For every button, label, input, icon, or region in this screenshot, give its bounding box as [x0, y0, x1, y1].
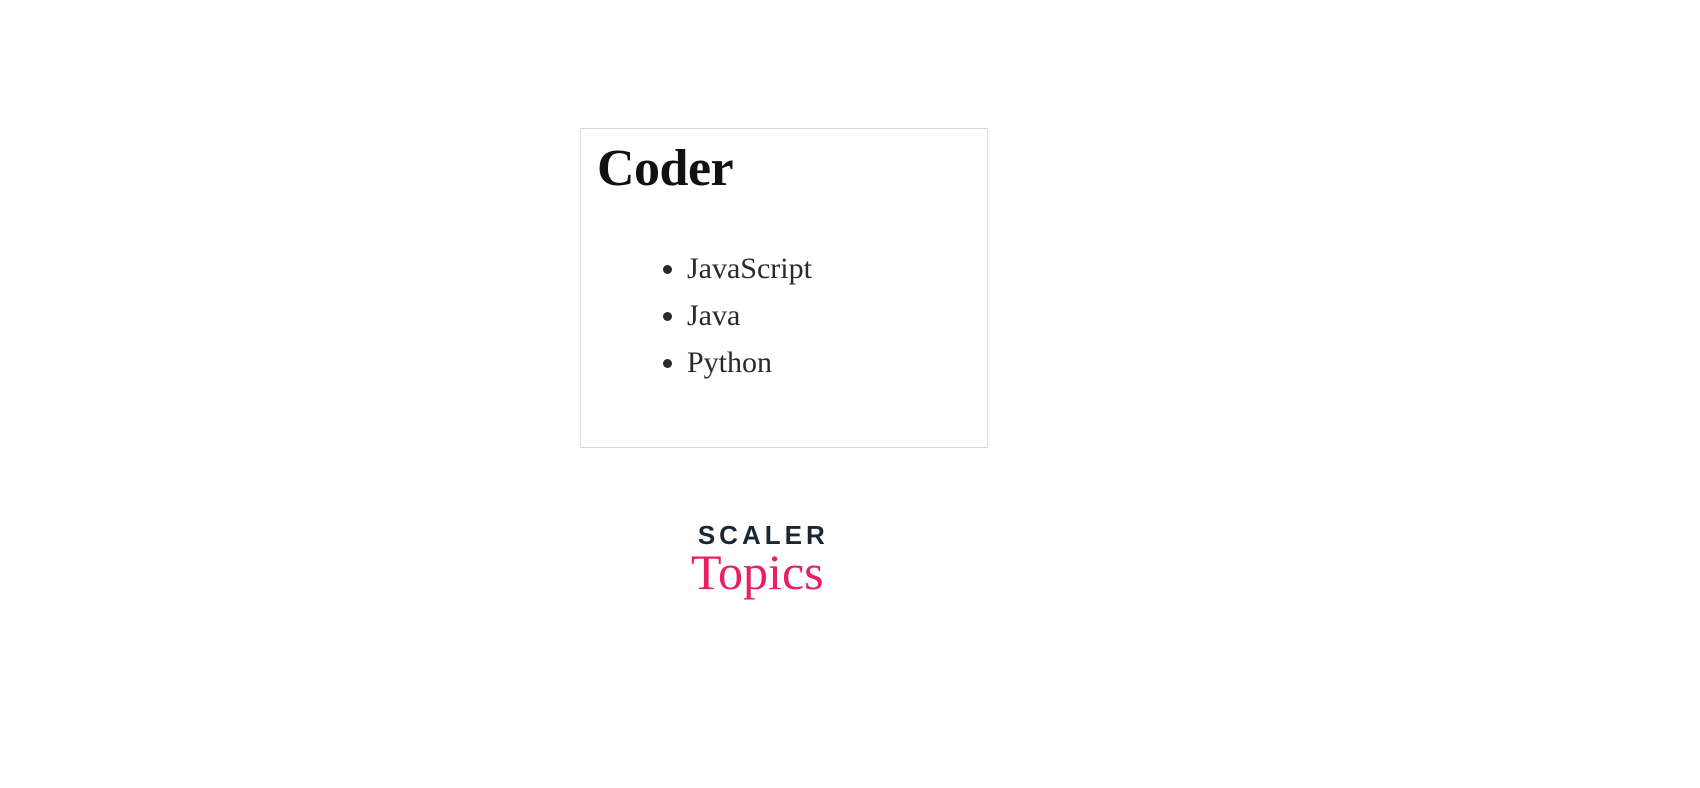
content-box: Coder JavaScript Java Python — [580, 128, 988, 448]
page-heading: Coder — [597, 139, 971, 198]
list-item: Java — [687, 293, 971, 338]
language-list: JavaScript Java Python — [597, 246, 971, 385]
logo-text-bottom: Topics — [691, 543, 824, 601]
brand-logo: SCALER Topics — [697, 520, 830, 601]
list-item: JavaScript — [687, 246, 971, 291]
list-item: Python — [687, 340, 971, 385]
